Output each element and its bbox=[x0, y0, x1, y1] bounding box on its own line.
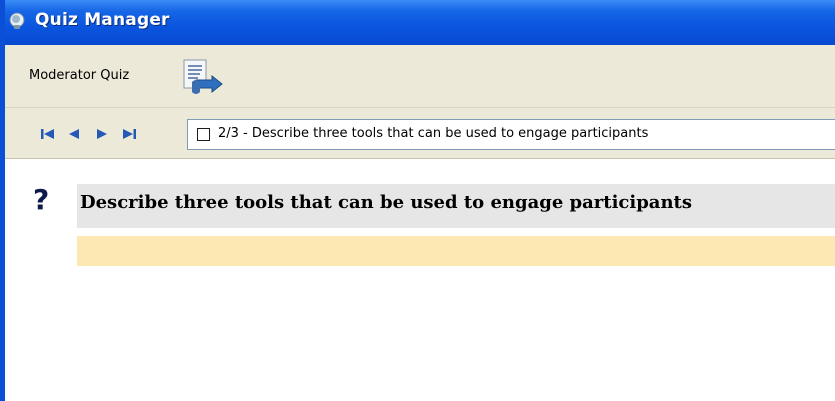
title-bar: Quiz Manager bbox=[0, 0, 835, 45]
question-selector[interactable]: 2/3 - Describe three tools that can be u… bbox=[187, 119, 835, 150]
answer-field[interactable] bbox=[77, 236, 835, 266]
first-question-button[interactable] bbox=[40, 128, 56, 140]
previous-question-button[interactable] bbox=[66, 128, 82, 140]
window-title: Quiz Manager bbox=[35, 10, 170, 30]
quiz-name-label: Moderator Quiz bbox=[29, 68, 130, 83]
send-quiz-icon[interactable] bbox=[182, 58, 226, 98]
question-mark-icon: ? bbox=[33, 183, 50, 216]
last-question-button[interactable] bbox=[121, 128, 137, 140]
question-selector-label: 2/3 - Describe three tools that can be u… bbox=[218, 126, 649, 141]
question-text: Describe three tools that can be used to… bbox=[80, 192, 692, 213]
quiz-manager-window: Quiz Manager Moderator Quiz 2/3 - Descri… bbox=[0, 0, 835, 401]
next-question-button[interactable] bbox=[94, 128, 110, 140]
question-checkbox[interactable] bbox=[197, 128, 210, 141]
quiz-header bbox=[5, 45, 835, 108]
question-title-bar: Describe three tools that can be used to… bbox=[77, 184, 835, 228]
lightbulb-icon bbox=[9, 12, 25, 29]
window-left-border bbox=[0, 0, 5, 401]
